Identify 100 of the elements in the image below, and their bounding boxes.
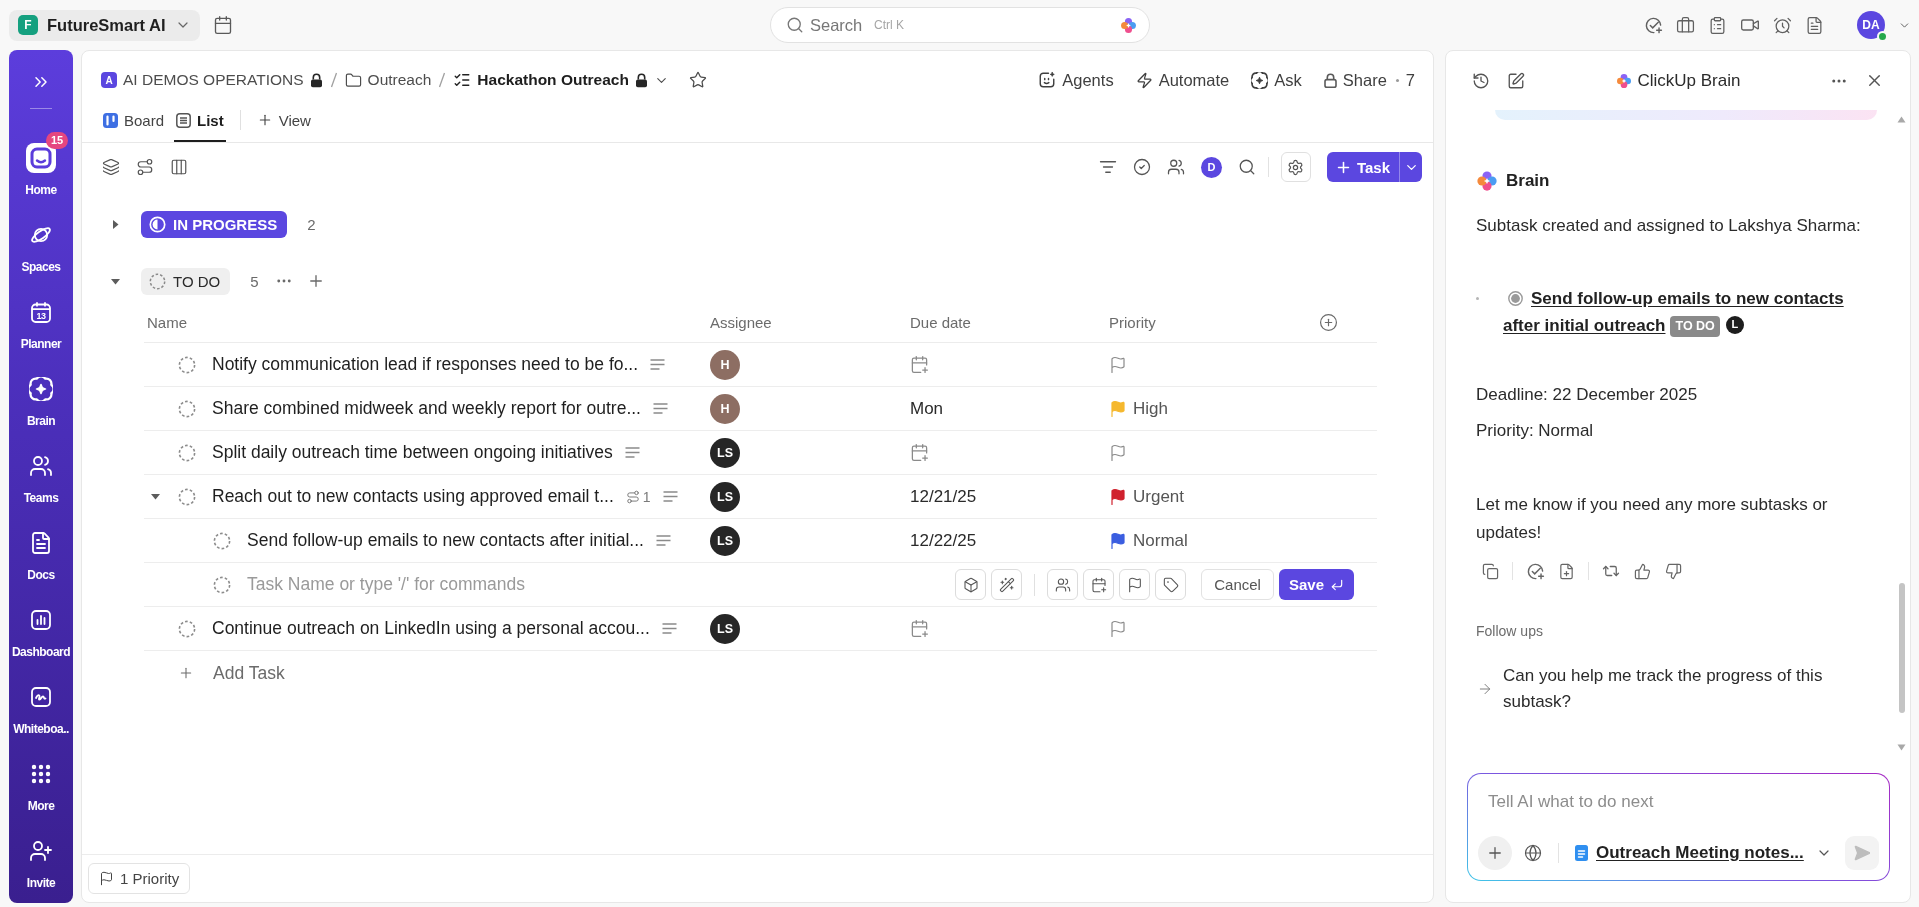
save-button[interactable]: Save (1278, 569, 1354, 600)
alarm-clock-icon[interactable] (1773, 15, 1792, 35)
subtask-count[interactable]: 1 (625, 488, 651, 505)
cancel-button[interactable]: Cancel (1201, 569, 1274, 600)
due-date[interactable]: 12/21/25 (910, 486, 977, 506)
assignee-avatar[interactable]: LS (710, 437, 740, 468)
sidebar-item[interactable]: Brain (9, 362, 73, 439)
priority-button[interactable] (1119, 569, 1151, 600)
task-name[interactable]: Reach out to new contacts using approved email t... (212, 486, 614, 507)
priority-label[interactable]: Urgent (1133, 486, 1185, 507)
dashed-circle-icon[interactable] (178, 619, 196, 638)
text-lines-icon[interactable] (662, 491, 678, 502)
task-name[interactable]: Share combined midweek and weekly report for outre... (212, 398, 641, 419)
column-header[interactable]: Priority (1109, 314, 1319, 331)
dashed-circle-icon[interactable] (213, 531, 231, 550)
assignee-avatar[interactable]: H (710, 393, 740, 424)
edit-icon[interactable] (1507, 71, 1525, 90)
column-header[interactable]: Due date (910, 314, 1109, 331)
view-tab[interactable]: List (174, 98, 226, 142)
globe-icon[interactable] (1524, 844, 1542, 862)
add-button[interactable] (1478, 836, 1512, 870)
status-group-badge[interactable]: TO DO (141, 267, 231, 295)
assignee-button[interactable] (1047, 569, 1079, 600)
sidebar-item[interactable]: Docs (9, 516, 73, 593)
star-icon[interactable] (688, 71, 707, 89)
dashed-circle-icon[interactable] (149, 272, 166, 290)
agents-button[interactable]: Agents (1038, 70, 1114, 90)
status-group-badge[interactable]: IN PROGRESS (141, 210, 288, 238)
task-name[interactable]: Notify communication lead if responses need to be fo... (212, 354, 639, 375)
dashed-circle-icon[interactable] (178, 443, 196, 462)
task-name[interactable]: Split daily outreach time between ongoing initiatives (212, 442, 613, 463)
calendar-plus-icon[interactable] (910, 619, 929, 638)
automate-button[interactable]: Automate (1135, 70, 1230, 90)
due-date[interactable]: 12/22/25 (910, 530, 977, 550)
assignee-avatar[interactable]: LS (710, 613, 740, 644)
settings-button[interactable] (1280, 152, 1311, 182)
flag-icon[interactable] (1109, 443, 1127, 462)
assignee-avatar[interactable]: H (710, 349, 740, 380)
task-name-input[interactable]: Task Name or type '/' for commands (247, 571, 936, 598)
attachment-link[interactable]: Outreach Meeting notes... (1596, 843, 1804, 863)
text-lines-icon[interactable] (661, 623, 677, 634)
text-lines-icon[interactable] (652, 403, 668, 414)
sidebar-item[interactable]: Teams (9, 439, 73, 516)
check-plus-icon[interactable] (1644, 15, 1663, 35)
ai-fill-button[interactable] (991, 569, 1023, 600)
dashed-circle-icon[interactable] (213, 575, 231, 594)
flag-icon[interactable] (1109, 355, 1127, 374)
calendar-plus-icon[interactable] (910, 443, 929, 462)
route-icon[interactable] (136, 158, 154, 176)
layers-icon[interactable] (102, 158, 120, 176)
text-lines-icon[interactable] (650, 359, 666, 370)
briefcase-icon[interactable] (1676, 15, 1695, 35)
priority-filter-button[interactable]: 1 Priority (88, 863, 191, 894)
column-header[interactable]: Assignee (710, 314, 910, 331)
assignee-filter-avatar[interactable]: D (1200, 156, 1222, 178)
caret-icon[interactable] (110, 218, 121, 230)
sidebar-item[interactable]: 15 Home (9, 131, 73, 208)
user-avatar[interactable]: DA (1857, 11, 1885, 39)
priority-label[interactable]: Normal (1133, 530, 1188, 551)
assignee-avatar[interactable]: LS (710, 481, 740, 512)
text-lines-icon[interactable] (655, 535, 671, 546)
search-input[interactable]: Search (810, 15, 868, 35)
workspace-switcher[interactable]: F FutureSmart AI (9, 9, 200, 41)
text-lines-icon[interactable] (624, 447, 640, 458)
sidebar-item[interactable]: Spaces (9, 208, 73, 285)
add-task-button[interactable]: Task (1326, 152, 1399, 182)
add-task-dropdown[interactable] (1399, 152, 1422, 182)
task-name[interactable]: Send follow-up emails to new contacts after initial... (247, 530, 644, 551)
columns-icon[interactable] (170, 158, 188, 176)
view-tab[interactable]: Board (101, 98, 167, 142)
column-header[interactable]: Name (144, 314, 710, 331)
task-type-button[interactable] (955, 569, 987, 600)
dashed-circle-icon[interactable] (178, 355, 196, 374)
check-circle-icon[interactable] (1132, 158, 1151, 176)
people-icon[interactable] (1166, 158, 1185, 176)
dashed-circle-icon[interactable] (178, 487, 196, 506)
task-name[interactable]: Continue outreach on LinkedIn using a personal accou... (212, 618, 650, 639)
add-view-button[interactable]: View (254, 98, 313, 142)
breadcrumb-link[interactable]: Outreach (367, 71, 432, 89)
flag-icon[interactable] (1109, 619, 1127, 638)
sidebar-item[interactable]: 13 Planner (9, 285, 73, 362)
tag-button[interactable] (1155, 569, 1187, 600)
sidebar-item[interactable]: Whiteboa.. (9, 670, 73, 747)
plus-circle-icon[interactable] (1319, 313, 1338, 332)
calendar-icon[interactable] (213, 15, 233, 35)
search-icon[interactable] (1237, 158, 1256, 176)
share-button[interactable]: Share 7 (1323, 70, 1415, 90)
document-icon[interactable] (1805, 15, 1824, 35)
priority-label[interactable]: High (1133, 398, 1168, 419)
filter-icon[interactable] (1098, 158, 1117, 176)
sidebar-item[interactable]: Invite (9, 824, 73, 901)
sidebar-item[interactable]: Dashboard (9, 593, 73, 670)
add-task-button[interactable]: Add Task (144, 651, 285, 695)
scrollbar-thumb[interactable] (1899, 583, 1905, 713)
breadcrumb-link[interactable]: AI DEMOS OPERATIONS (123, 71, 304, 89)
ask-button[interactable]: Ask (1251, 70, 1302, 90)
due-date[interactable]: Mon (910, 398, 944, 418)
caret-icon[interactable] (150, 491, 161, 502)
clipboard-icon[interactable] (1708, 15, 1727, 35)
prompt-input[interactable]: Tell AI what to do next (1488, 788, 1879, 816)
